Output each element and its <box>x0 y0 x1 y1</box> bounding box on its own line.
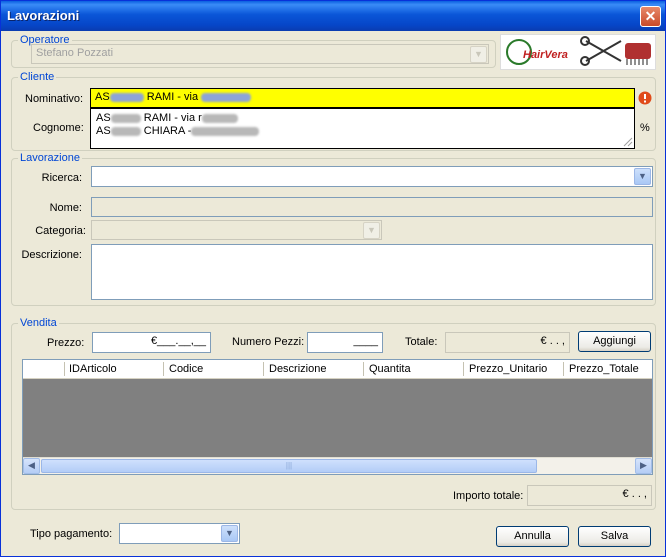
horizontal-scrollbar[interactable]: ◀ ||| ▶ <box>23 457 652 474</box>
operatore-value: Stefano Pozzati <box>36 47 114 59</box>
tipo-pagamento-select[interactable]: ▼ <box>119 523 240 544</box>
column-header[interactable]: Descrizione <box>269 363 326 375</box>
cliente-legend: Cliente <box>20 71 55 83</box>
nome-input[interactable] <box>91 197 653 217</box>
close-icon: ✕ <box>644 8 657 24</box>
close-button[interactable]: ✕ <box>640 6 661 27</box>
numero-pezzi-label: Numero Pezzi: <box>232 336 305 348</box>
nome-label: Nome: <box>49 202 82 214</box>
logo-text: HairVera <box>523 49 568 61</box>
column-header[interactable]: Prezzo_Unitario <box>469 363 547 375</box>
salva-button[interactable]: Salva <box>578 526 651 547</box>
lavorazione-legend: Lavorazione <box>20 152 80 164</box>
hairvera-logo: HairVera <box>500 34 656 70</box>
window-title: Lavorazioni <box>7 8 80 23</box>
redacted-text <box>109 92 144 102</box>
operatore-select[interactable]: Stefano Pozzati ▼ <box>31 44 489 64</box>
scroll-thumb[interactable]: ||| <box>41 459 537 473</box>
prezzo-label: Prezzo: <box>47 337 85 349</box>
scroll-left-icon[interactable]: ◀ <box>23 458 40 474</box>
prezzo-input[interactable]: €___.__,__ <box>92 332 211 353</box>
resize-grip-icon[interactable] <box>621 135 633 147</box>
importo-totale-field: € . . , <box>527 485 652 506</box>
chevron-down-icon: ▼ <box>363 222 380 239</box>
totale-field: € . . , <box>445 332 570 353</box>
chevron-down-icon: ▼ <box>470 46 487 63</box>
autocomplete-list: AS RAMI - via r AS CHIARA - <box>90 108 635 149</box>
error-icon <box>638 91 652 105</box>
column-header[interactable]: Quantita <box>369 363 411 375</box>
tipo-pagamento-label: Tipo pagamento: <box>30 528 113 540</box>
nominativo-middle: RAMI - via <box>146 91 199 103</box>
categoria-label: Categoria: <box>35 225 86 237</box>
percent-label: % <box>640 122 650 134</box>
scroll-right-icon[interactable]: ▶ <box>635 458 652 474</box>
nominativo-prefix: AS <box>95 91 110 103</box>
vendita-legend: Vendita <box>20 317 57 329</box>
column-header[interactable]: Codice <box>169 363 203 375</box>
numero-pezzi-input[interactable]: ____ <box>307 332 383 353</box>
articoli-grid: IDArticolo Codice Descrizione Quantita P… <box>22 359 653 475</box>
aggiungi-button[interactable]: Aggiungi <box>578 331 651 352</box>
descrizione-label: Descrizione: <box>21 249 82 261</box>
ricerca-select[interactable]: ▼ <box>91 166 653 187</box>
chevron-down-icon[interactable]: ▼ <box>221 525 238 542</box>
nominativo-label: Nominativo: <box>25 93 84 105</box>
cognome-label: Cognome: <box>33 122 84 134</box>
column-header[interactable]: Prezzo_Totale <box>569 363 639 375</box>
descrizione-textarea[interactable] <box>91 244 653 300</box>
redacted-text <box>201 92 252 102</box>
categoria-select[interactable]: ▼ <box>91 220 382 240</box>
chevron-down-icon[interactable]: ▼ <box>634 168 651 185</box>
nominativo-input[interactable]: AS RAMI - via <box>90 88 635 108</box>
ricerca-label: Ricerca: <box>41 172 82 184</box>
importo-totale-label: Importo totale: <box>453 490 524 502</box>
autocomplete-item[interactable]: AS CHIARA - <box>96 125 260 137</box>
annulla-button[interactable]: Annulla <box>496 526 569 547</box>
title-bar[interactable]: Lavorazioni ✕ <box>1 1 665 31</box>
grid-header: IDArticolo Codice Descrizione Quantita P… <box>23 360 652 379</box>
autocomplete-item[interactable]: AS RAMI - via r <box>96 112 238 124</box>
lavorazioni-window: Lavorazioni ✕ Operatore Stefano Pozzati … <box>0 0 666 557</box>
column-header[interactable]: IDArticolo <box>69 363 117 375</box>
totale-label: Totale: <box>405 336 438 348</box>
